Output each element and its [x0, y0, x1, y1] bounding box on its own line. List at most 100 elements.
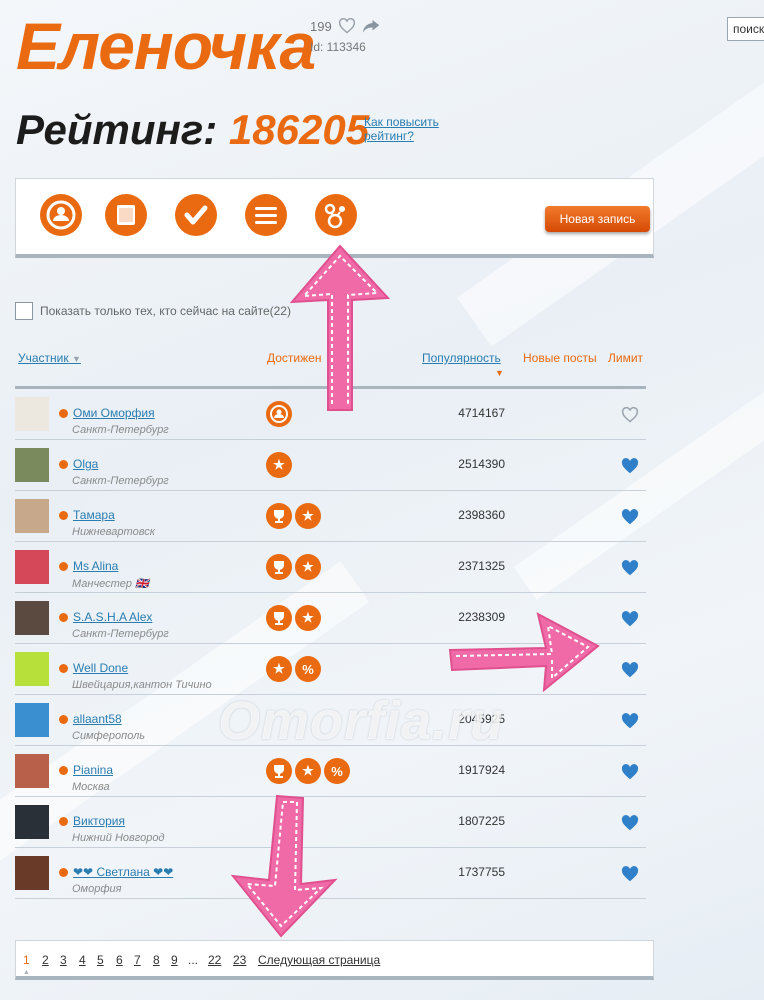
popularity-value: 2398360 [458, 508, 505, 522]
participant-name-link[interactable]: Ms Alina [73, 559, 118, 573]
table-row: S.A.S.H.A Alex Санкт-Петербург ★ 2238309 [15, 593, 646, 644]
avatar[interactable] [15, 856, 49, 890]
trophy-badge-icon [266, 758, 292, 784]
heart-filled-icon[interactable] [621, 662, 639, 678]
percent-badge-icon: % [324, 758, 350, 784]
achievement-badges: ★ [266, 503, 321, 529]
column-participant[interactable]: Участник ▼ [18, 351, 81, 365]
next-page-link[interactable]: Следующая страница [258, 953, 380, 967]
online-status-dot [59, 664, 68, 673]
column-popularity[interactable]: Популярность [422, 351, 501, 365]
search-button[interactable]: поиск [727, 17, 764, 41]
star-badge-icon: ★ [266, 452, 292, 478]
popularity-value: 1737755 [458, 865, 505, 879]
heart-filled-icon[interactable] [621, 458, 639, 474]
achievement-badges: ★ [266, 605, 321, 631]
participant-city: Швейцария,кантон Тичино [72, 679, 212, 691]
heart-filled-icon[interactable] [621, 764, 639, 780]
heart-filled-icon[interactable] [621, 815, 639, 831]
avatar[interactable] [15, 703, 49, 737]
check-icon[interactable] [175, 194, 217, 236]
online-status-dot [59, 868, 68, 877]
participant-name-link[interactable]: Виктория [73, 814, 125, 828]
achievement-badges: ★ [266, 452, 292, 478]
participant-name-link[interactable]: Pianina [73, 763, 113, 777]
participant-city: Симферополь [72, 730, 146, 742]
trophy-badge-icon [266, 554, 292, 580]
participant-city: Нижневартовск [72, 526, 155, 538]
participant-name-link[interactable]: allaant58 [73, 712, 122, 726]
star-badge-icon: ★ [295, 605, 321, 631]
page-link[interactable]: 9 [171, 953, 178, 967]
online-status-dot [59, 817, 68, 826]
achievement-badges [266, 401, 292, 427]
participant-name-link[interactable]: ❤❤ Светлана ❤❤ [73, 865, 173, 879]
page-link[interactable]: 3 [60, 953, 67, 967]
avatar[interactable] [15, 601, 49, 635]
pagination: 1 2 3 4 5 6 7 8 9... 22 23 ▲ Следующая страница [15, 940, 654, 980]
avatar[interactable] [15, 397, 49, 431]
network-icon[interactable] [315, 194, 357, 236]
page-link[interactable]: 1 [23, 953, 30, 967]
notepad-icon[interactable] [105, 194, 147, 236]
page-link[interactable]: 23 [233, 953, 246, 967]
page-link[interactable]: 6 [116, 953, 123, 967]
heart-filled-icon[interactable] [621, 560, 639, 576]
star-badge-icon: ★ [295, 758, 321, 784]
achievement-badges: ★% [266, 656, 321, 682]
popularity-value: 2371325 [458, 559, 505, 573]
avatar[interactable] [15, 754, 49, 788]
column-achievements[interactable]: Достижен [267, 351, 321, 365]
avatar[interactable] [15, 448, 49, 482]
page-link[interactable]: 8 [153, 953, 160, 967]
popularity-value: 1807225 [458, 814, 505, 828]
participant-city: Санкт-Петербург [72, 424, 169, 436]
table-row: ❤❤ Светлана ❤❤ Оморфия 1737755 [15, 848, 646, 899]
participant-city: Оморфия [72, 883, 122, 895]
page-link[interactable]: 2 [42, 953, 49, 967]
user-id: Id: 113346 [310, 40, 366, 54]
table-row: Well Done Швейцария,кантон Тичино ★% [15, 644, 646, 695]
table-row: Pianina Москва ★% 1917924 [15, 746, 646, 797]
participant-name-link[interactable]: Оми Оморфия [73, 406, 155, 420]
page-link[interactable]: 5 [97, 953, 104, 967]
participant-name-link[interactable]: S.A.S.H.A Alex [73, 610, 152, 624]
share-icon[interactable] [362, 18, 380, 34]
page-link[interactable]: 4 [79, 953, 86, 967]
column-new-posts[interactable]: Новые посты [523, 351, 597, 365]
avatar[interactable] [15, 550, 49, 584]
heart-filled-icon[interactable] [621, 866, 639, 882]
star-badge-icon: ★ [295, 503, 321, 529]
table-row: Виктория Нижний Новгород 1807225 [15, 797, 646, 848]
heart-outline-icon[interactable] [338, 18, 356, 34]
avatar[interactable] [15, 805, 49, 839]
heart-filled-icon[interactable] [621, 509, 639, 525]
online-status-dot [59, 460, 68, 469]
participant-name-link[interactable]: Olga [73, 457, 98, 471]
achievement-badges: ★% [266, 758, 350, 784]
avatar[interactable] [15, 652, 49, 686]
current-page-marker: ▲ [23, 969, 30, 976]
heart-outline-icon[interactable] [621, 406, 639, 423]
rating-label: Рейтинг: [16, 106, 218, 153]
profile-icon[interactable] [40, 194, 82, 236]
column-participant-label: Участник [18, 351, 69, 365]
trophy-badge-icon [266, 503, 292, 529]
page-link[interactable]: 7 [134, 953, 141, 967]
new-post-button[interactable]: Новая запись [545, 206, 650, 232]
online-status-dot [59, 766, 68, 775]
heart-filled-icon[interactable] [621, 713, 639, 729]
table-row: Olga Санкт-Петербург ★ 2514390 [15, 440, 646, 491]
how-to-raise-rating-link[interactable]: Как повысить рейтинг? [364, 115, 454, 143]
heart-filled-icon[interactable] [621, 611, 639, 627]
likes-count: 199 [310, 18, 332, 34]
star-badge-icon: ★ [266, 656, 292, 682]
column-limit[interactable]: Лимит [608, 351, 643, 365]
online-only-checkbox[interactable] [15, 302, 33, 320]
participant-name-link[interactable]: Well Done [73, 661, 128, 675]
avatar[interactable] [15, 499, 49, 533]
menu-icon[interactable] [245, 194, 287, 236]
participant-name-link[interactable]: Тамара [73, 508, 115, 522]
online-only-filter[interactable]: Показать только тех, кто сейчас на сайте… [15, 302, 291, 320]
page-link[interactable]: 22 [208, 953, 221, 967]
